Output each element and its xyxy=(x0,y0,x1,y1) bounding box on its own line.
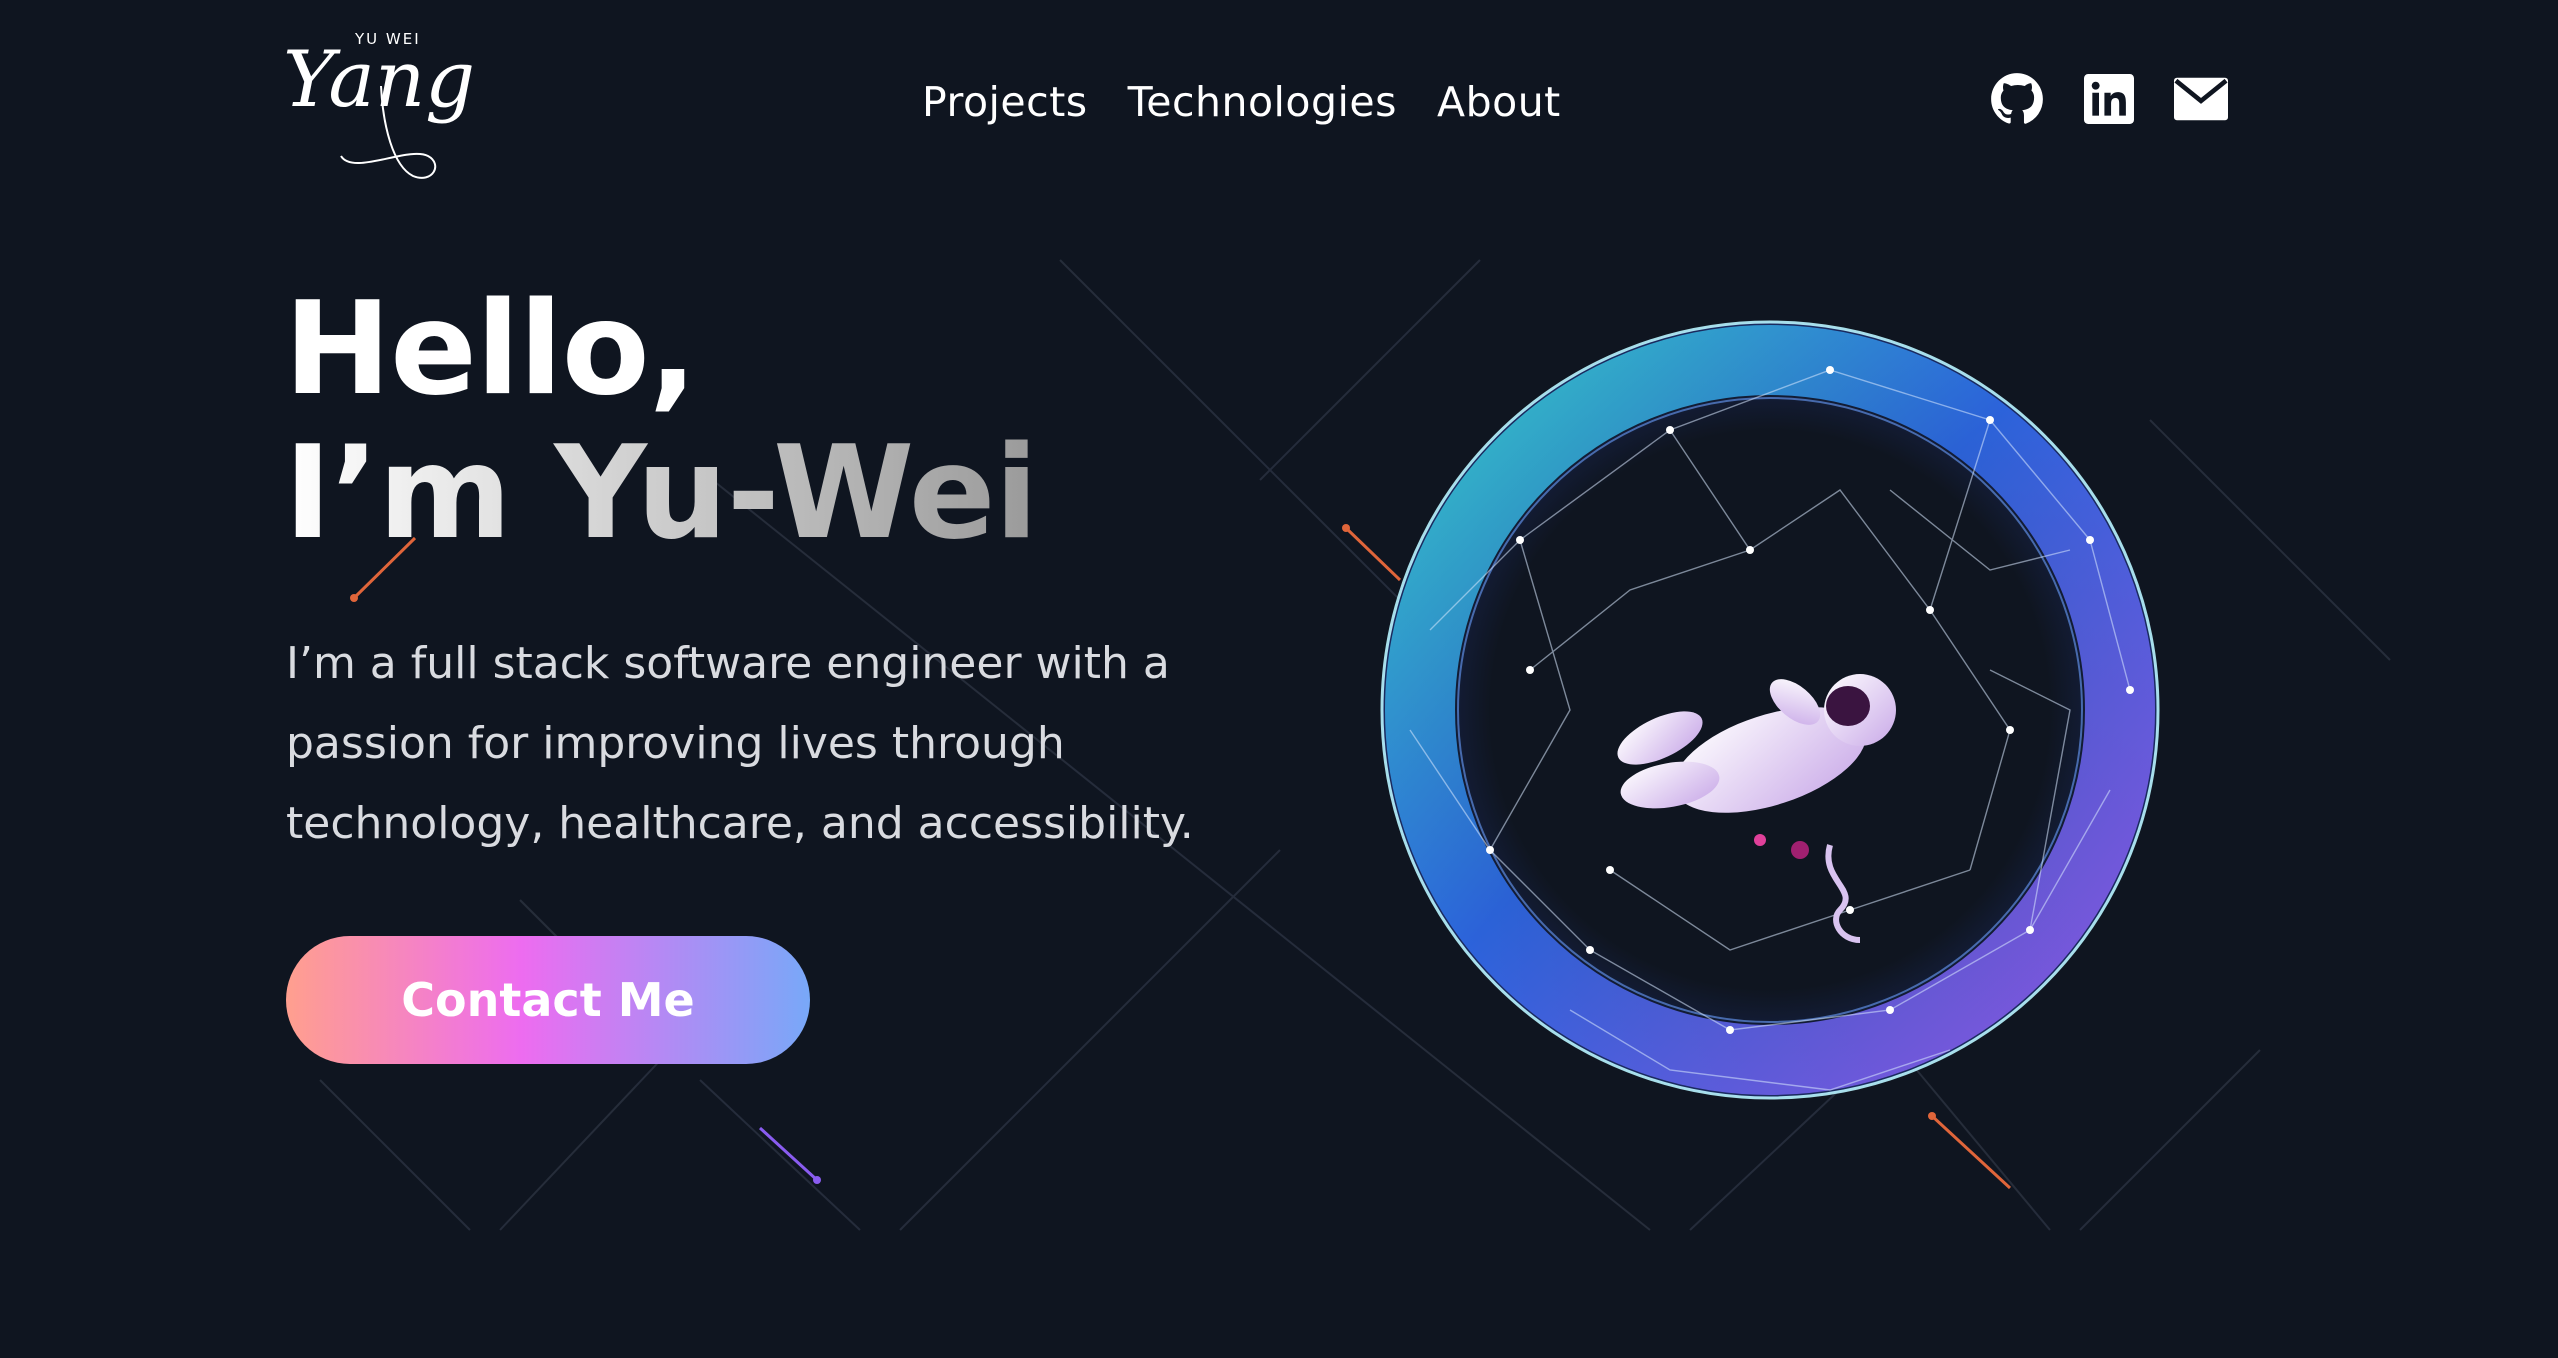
github-link[interactable] xyxy=(1990,72,2044,126)
nav-about[interactable]: About xyxy=(1437,78,1561,126)
logo[interactable]: YU WEI Yang xyxy=(283,26,503,182)
email-link[interactable] xyxy=(2174,72,2228,126)
github-icon xyxy=(1991,73,2043,124)
social-links xyxy=(1990,72,2228,126)
hero-subtitle: I’m a full stack software engineer with … xyxy=(286,638,1194,849)
linkedin-icon xyxy=(2084,74,2134,124)
contact-me-button[interactable]: Contact Me xyxy=(286,936,810,1064)
nav-technologies[interactable]: Technologies xyxy=(1128,78,1397,126)
hero-title-line1: Hello, xyxy=(284,275,697,424)
linkedin-link[interactable] xyxy=(2082,72,2136,126)
hero-title-line2: I’m Yu-Wei xyxy=(284,419,1038,568)
nav-projects[interactable]: Projects xyxy=(922,78,1088,126)
astronaut-globe-illustration xyxy=(1380,320,2160,1100)
main-nav: Projects Technologies About xyxy=(922,70,1561,134)
mail-icon xyxy=(2174,77,2228,121)
hero-title: Hello, I’m Yu-Wei xyxy=(284,275,1038,568)
page: YU WEI Yang Projects Technologies About xyxy=(0,0,2558,1358)
logo-script-text: Yang xyxy=(283,35,475,125)
